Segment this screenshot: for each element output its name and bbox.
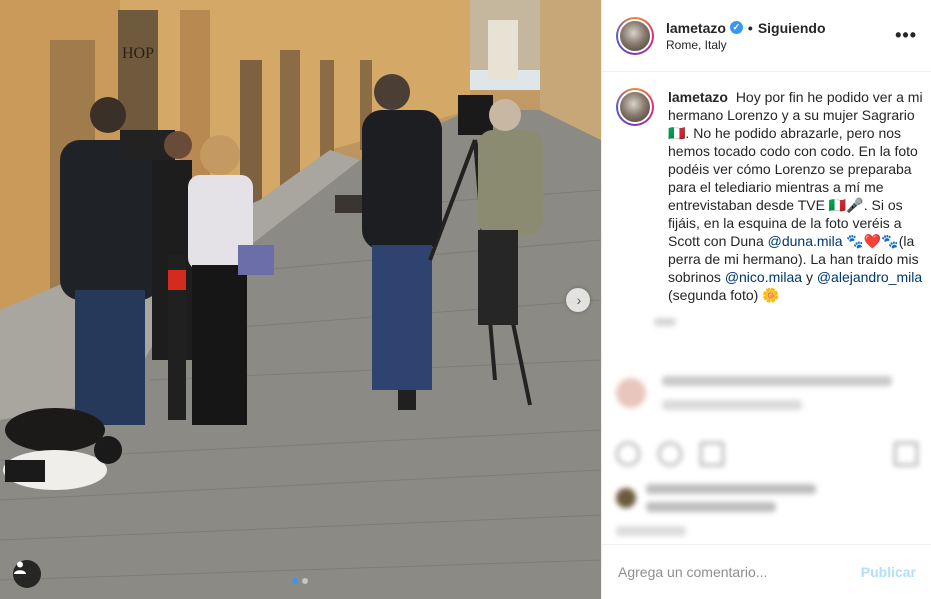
next-photo-button[interactable]: › xyxy=(566,288,590,312)
add-comment-bar: Publicar xyxy=(602,544,931,599)
user-icon xyxy=(14,561,26,574)
mention-duna-mila[interactable]: @duna.mila xyxy=(768,233,843,249)
comment-avatar xyxy=(616,378,646,408)
action-bar xyxy=(602,436,931,536)
post-location[interactable]: Rome, Italy xyxy=(666,38,895,52)
likes-summary xyxy=(616,484,918,512)
shop-sign: HOP xyxy=(122,45,154,62)
header-separator: • xyxy=(747,19,753,36)
bookmark-icon[interactable] xyxy=(894,442,918,466)
post-header: lametazo ✓ • Siguiendo Rome, Italy ••• xyxy=(602,0,931,72)
post-photo[interactable]: HOP › xyxy=(0,0,601,599)
carousel-indicator xyxy=(292,578,308,584)
caption-username[interactable]: lametazo xyxy=(668,89,728,105)
caption-text-3: y xyxy=(802,269,817,285)
chevron-right-icon: › xyxy=(576,292,582,308)
blurred-comment xyxy=(616,376,916,410)
avatar[interactable] xyxy=(616,16,654,55)
carousel-dot-active xyxy=(292,578,298,584)
user-tag-button[interactable] xyxy=(13,560,41,588)
publish-button[interactable]: Publicar xyxy=(861,564,916,580)
more-options-icon[interactable]: ••• xyxy=(895,25,917,46)
verified-badge-icon: ✓ xyxy=(729,21,743,34)
mention-nico-milaa[interactable]: @nico.milaa xyxy=(725,269,802,285)
mention-alejandro-mila[interactable]: @alejandro_mila xyxy=(817,269,922,285)
caption-text-1: Hoy por fin he podido ver a mi hermano L… xyxy=(668,89,923,249)
comment-icon[interactable] xyxy=(658,442,682,466)
post-caption: lametazo Hoy por fin he podido ver a mi … xyxy=(668,88,928,304)
comment-input[interactable] xyxy=(618,564,861,580)
share-icon[interactable] xyxy=(700,442,724,466)
carousel-dot xyxy=(302,578,308,584)
street-scene-image: HOP xyxy=(0,0,601,599)
caption-avatar[interactable] xyxy=(616,88,654,126)
caption-text-4: (segunda foto) 🌼 xyxy=(668,287,780,303)
post-author-username[interactable]: lametazo xyxy=(666,20,726,36)
following-button[interactable]: Siguiendo xyxy=(758,20,826,36)
blurred-timestamp xyxy=(654,318,676,326)
heart-icon[interactable] xyxy=(616,442,640,466)
post-side-panel: lametazo ✓ • Siguiendo Rome, Italy ••• l… xyxy=(601,0,931,599)
